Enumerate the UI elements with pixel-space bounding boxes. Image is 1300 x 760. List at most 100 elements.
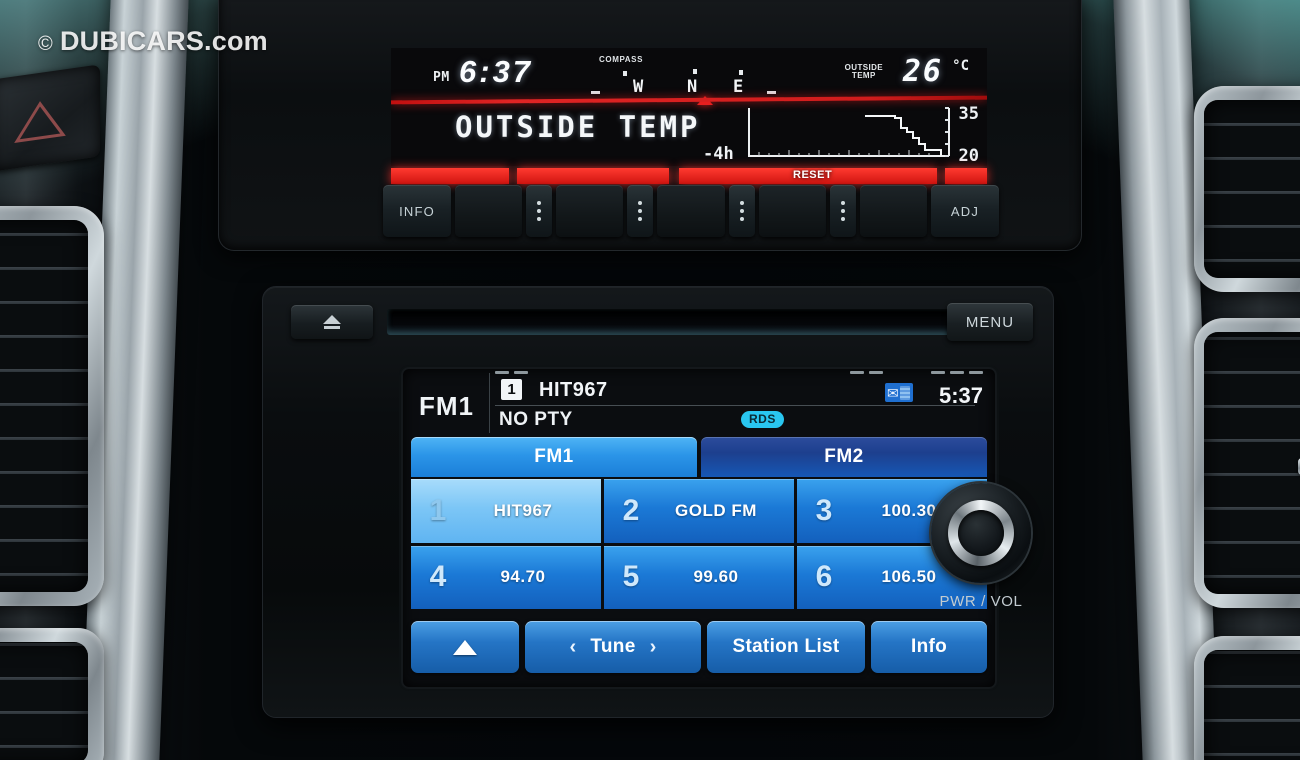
cd-slot[interactable] (387, 309, 1007, 335)
station-list-label: Station List (732, 636, 840, 657)
air-vent-right-lower (1194, 636, 1300, 760)
knob-center (958, 510, 1004, 556)
mid-pad-2[interactable] (556, 185, 624, 237)
status-divider (489, 373, 490, 433)
preset-5-number: 5 (622, 560, 640, 594)
tune-next-icon[interactable]: › (650, 636, 657, 659)
rds-badge: RDS (741, 411, 784, 428)
lcd-bottom-toolbar: ‹ Tune › Station List Info (411, 621, 987, 673)
air-vent-left (0, 206, 104, 606)
lcd-status-bar: FM1 1 HIT967 NO PTY RDS ✉ 5:37 (403, 369, 995, 437)
power-volume-knob[interactable] (931, 483, 1031, 583)
menu-button-label: MENU (965, 313, 1015, 331)
preset-grid: 1 HIT967 2 GOLD FM 3 100.30 4 94.70 5 99… (411, 479, 987, 609)
preset-2-value: GOLD FM (675, 500, 757, 520)
preset-button-4[interactable]: 4 94.70 (411, 545, 601, 609)
tab-fm1[interactable]: FM1 (411, 437, 697, 477)
tune-prev-icon[interactable]: ‹ (569, 636, 576, 659)
outside-temp-label-line2: TEMP (851, 71, 876, 81)
preset-button-5[interactable]: 5 99.60 (604, 545, 794, 609)
vent-grille (1204, 332, 1300, 594)
tune-button[interactable]: ‹ Tune › (525, 621, 701, 673)
hazard-lights-button[interactable] (0, 64, 100, 172)
compass-label: COMPASS (599, 55, 644, 64)
graph-plot (748, 107, 950, 157)
watermark-copyright: © (38, 33, 53, 55)
outside-temp-label: OUTSIDE TEMP (845, 63, 883, 81)
vent-grille (1204, 100, 1300, 278)
preset-3-number: 3 (815, 493, 833, 527)
preset-5-value: 99.60 (693, 567, 739, 587)
mid-status-row: PM 6:37 COMPASS W N E OUTSIDE TEMP 26 °C (391, 48, 987, 105)
mid-pad-3[interactable] (657, 185, 725, 237)
mid-clock: 6:37 (459, 54, 534, 89)
power-volume-control: PWR / VOL (927, 483, 1035, 623)
mid-pad-4[interactable] (758, 185, 826, 237)
eject-icon (323, 315, 341, 329)
pty-text: NO PTY (499, 409, 573, 430)
vent-grille (0, 220, 88, 592)
info-soft-button[interactable]: Info (871, 621, 987, 673)
signal-dashes-left (495, 371, 528, 374)
reset-label: RESET (793, 169, 833, 181)
preset-1-number: 1 (429, 493, 447, 527)
air-vent-right-upper (1194, 86, 1300, 292)
mid-dot-button-1[interactable] (526, 185, 553, 237)
preset-2-number: 2 (622, 493, 640, 527)
info-button[interactable]: INFO (383, 185, 451, 237)
outside-temp-unit: °C (952, 58, 969, 74)
current-preset-number: 1 (501, 379, 522, 400)
current-band-label: FM1 (419, 391, 474, 421)
radio-lcd-screen: FM1 1 HIT967 NO PTY RDS ✉ 5:37 FM1 FM2 1… (401, 367, 997, 689)
outside-temp-value: 26 (902, 54, 943, 89)
compass-mark-n: N (687, 77, 698, 97)
tab-fm2[interactable]: FM2 (701, 437, 987, 477)
up-arrow-icon (453, 639, 477, 655)
clock-meridiem: PM (433, 70, 450, 85)
mid-pad-5[interactable] (859, 185, 928, 237)
vent-grille (1204, 650, 1300, 760)
compass-mark-w: W (633, 77, 644, 97)
menu-button[interactable]: MENU (947, 303, 1033, 341)
status-hairline (495, 405, 975, 406)
mid-pad-1[interactable] (455, 185, 523, 237)
mid-dot-button-4[interactable] (829, 185, 856, 237)
mid-soft-key-row: INFO ADJ (383, 185, 1003, 237)
info-soft-button-label: Info (910, 636, 948, 657)
graph-time-axis-label: -4h (703, 144, 734, 164)
tab-fm1-label: FM1 (534, 446, 574, 467)
power-volume-label: PWR / VOL (939, 593, 1023, 610)
preset-button-2[interactable]: 2 GOLD FM (604, 479, 794, 543)
bluetooth-phone-icon: ✉ (885, 383, 913, 402)
mid-dot-button-2[interactable] (627, 185, 654, 237)
signal-dashes-right (931, 371, 983, 374)
station-list-button[interactable]: Station List (707, 621, 865, 673)
preset-1-value: HIT967 (493, 500, 553, 520)
three-dots-icon (537, 201, 542, 221)
head-unit-top-bar: MENU (263, 287, 1053, 353)
three-dots-icon (840, 201, 845, 221)
mid-dot-button-3[interactable] (728, 185, 755, 237)
signal-dashes-mid (850, 371, 883, 374)
air-vent-right (1194, 318, 1300, 608)
three-dots-icon (739, 201, 744, 221)
three-dots-icon (638, 201, 643, 221)
preset-6-number: 6 (815, 560, 833, 594)
radio-head-unit: MENU FM1 1 HIT967 NO PTY RDS ✉ 5:37 FM1 … (262, 286, 1054, 718)
current-station-name: HIT967 (539, 379, 608, 401)
mid-screen: PM 6:37 COMPASS W N E OUTSIDE TEMP 26 °C… (391, 48, 987, 166)
knob-chrome-ring (948, 500, 1014, 566)
lcd-clock: 5:37 (938, 383, 983, 408)
preset-button-1[interactable]: 1 HIT967 (411, 479, 601, 543)
compass-mark-e: E (733, 77, 744, 97)
car-dashboard-scene: ▢ PM 6:37 COMPASS W (0, 0, 1300, 760)
scroll-up-button[interactable] (411, 621, 519, 673)
mid-title: OUTSIDE TEMP (455, 110, 701, 144)
preset-4-number: 4 (429, 560, 447, 594)
hazard-triangle-icon (14, 101, 66, 143)
eject-button[interactable] (291, 305, 373, 339)
temperature-history-graph: -4h 35 20 (701, 104, 981, 166)
multi-information-display: PM 6:37 COMPASS W N E OUTSIDE TEMP 26 °C… (218, 0, 1082, 251)
adj-button[interactable]: ADJ (931, 185, 1000, 237)
tune-label: Tune (590, 636, 636, 657)
